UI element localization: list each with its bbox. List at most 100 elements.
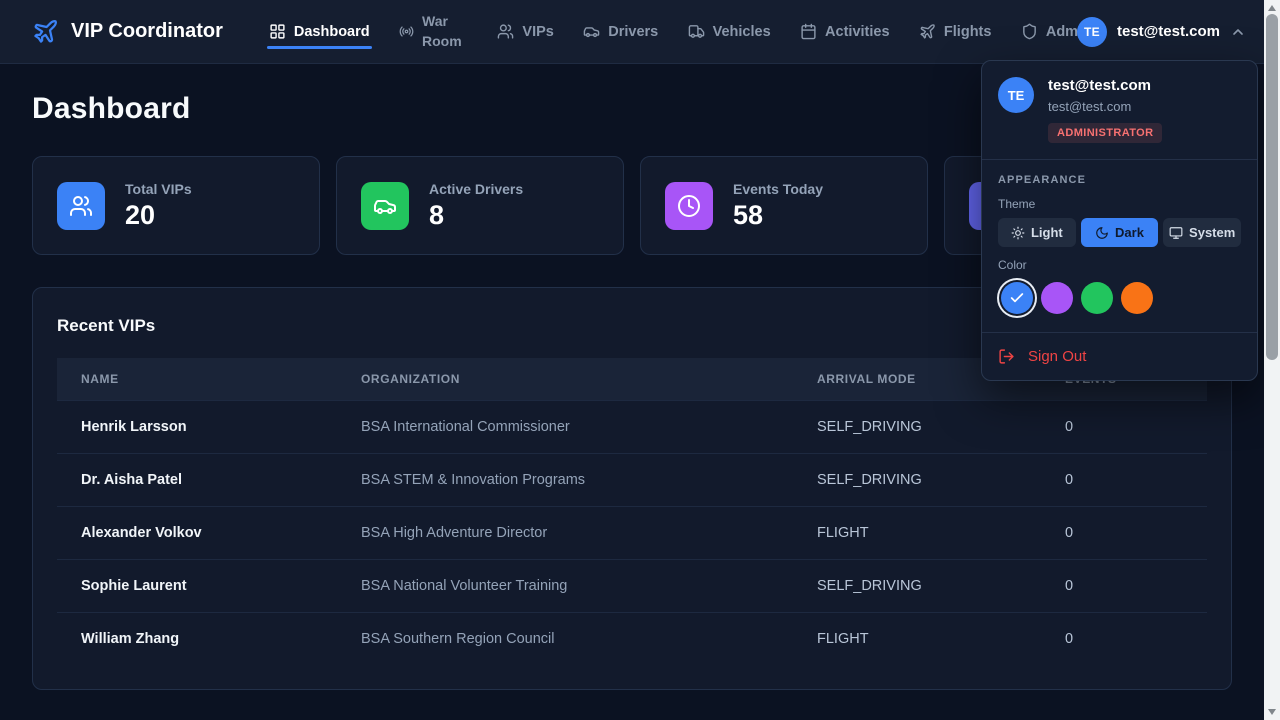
nav-item-dashboard[interactable]: Dashboard: [269, 23, 370, 40]
vip-events: 0: [1041, 560, 1207, 613]
table-row[interactable]: Dr. Aisha Patel BSA STEM & Innovation Pr…: [57, 454, 1207, 507]
color-swatch-orange[interactable]: [1121, 282, 1153, 314]
avatar[interactable]: TE: [1077, 17, 1107, 47]
scrollbar-up-arrow-icon[interactable]: [1268, 5, 1276, 11]
stat-value: 58: [733, 200, 823, 231]
column-header-name: NAME: [57, 358, 337, 401]
stat-label: Total VIPs: [125, 181, 192, 197]
brand-name: VIP Coordinator: [71, 20, 223, 43]
check-icon: [1009, 290, 1025, 306]
vip-arrival-mode: SELF_DRIVING: [793, 454, 1041, 507]
nav-item-drivers[interactable]: Drivers: [583, 23, 658, 40]
vip-organization: BSA International Commissioner: [337, 401, 793, 454]
vip-arrival-mode: SELF_DRIVING: [793, 401, 1041, 454]
user-name: test@test.com: [1048, 77, 1162, 94]
table-row[interactable]: Alexander Volkov BSA High Adventure Dire…: [57, 507, 1207, 560]
users-icon: [497, 23, 514, 40]
theme-button-label: Dark: [1115, 225, 1144, 240]
radio-icon: [399, 24, 414, 39]
nav-item-label: Drivers: [608, 24, 658, 40]
vip-name: Alexander Volkov: [57, 507, 337, 560]
nav-item-label: Flights: [944, 24, 992, 40]
vip-organization: BSA National Volunteer Training: [337, 560, 793, 613]
theme-light-button[interactable]: Light: [998, 218, 1076, 247]
calendar-icon: [800, 23, 817, 40]
vip-events: 0: [1041, 401, 1207, 454]
color-swatch-blue[interactable]: [1001, 282, 1033, 314]
vip-arrival-mode: FLIGHT: [793, 613, 1041, 666]
stat-label: Active Drivers: [429, 181, 523, 197]
vertical-scrollbar[interactable]: [1264, 0, 1280, 720]
user-menu-header: TE test@test.com test@test.com ADMINISTR…: [982, 61, 1257, 159]
sign-out-button[interactable]: Sign Out: [982, 333, 1257, 380]
sign-out-label: Sign Out: [1028, 348, 1086, 365]
vip-name: Dr. Aisha Patel: [57, 454, 337, 507]
user-dropdown-menu: TE test@test.com test@test.com ADMINISTR…: [981, 60, 1258, 381]
stat-card-total-vips: Total VIPs 20: [32, 156, 320, 255]
color-swatch-purple[interactable]: [1041, 282, 1073, 314]
user-email: test@test.com: [1048, 99, 1162, 114]
nav-item-vips[interactable]: VIPs: [497, 23, 553, 40]
clock-icon: [665, 182, 713, 230]
color-swatch-green[interactable]: [1081, 282, 1113, 314]
top-nav: VIP Coordinator Dashboard War Room VIPs: [0, 0, 1264, 64]
vip-organization: BSA High Adventure Director: [337, 507, 793, 560]
nav-item-activities[interactable]: Activities: [800, 23, 889, 40]
chevron-up-icon: [1230, 24, 1246, 40]
vip-name: William Zhang: [57, 613, 337, 666]
app-logo-plane-icon: [32, 18, 59, 45]
nav-item-vehicles[interactable]: Vehicles: [688, 23, 771, 40]
color-label: Color: [998, 258, 1241, 272]
table-row[interactable]: Sophie Laurent BSA National Volunteer Tr…: [57, 560, 1207, 613]
sun-icon: [1011, 226, 1025, 240]
stat-value: 8: [429, 200, 523, 231]
car-icon: [583, 23, 600, 40]
scrollbar-thumb[interactable]: [1266, 14, 1278, 360]
layout-grid-icon: [269, 23, 286, 40]
user-email: test@test.com: [1117, 23, 1220, 40]
role-badge: ADMINISTRATOR: [1048, 123, 1162, 143]
nav-item-label: War Room: [422, 12, 468, 51]
log-out-icon: [998, 348, 1015, 365]
vip-name: Henrik Larsson: [57, 401, 337, 454]
nav-item-label: Vehicles: [713, 24, 771, 40]
theme-button-label: Light: [1031, 225, 1063, 240]
car-icon: [361, 182, 409, 230]
vip-organization: BSA Southern Region Council: [337, 613, 793, 666]
vip-events: 0: [1041, 507, 1207, 560]
users-icon: [57, 182, 105, 230]
moon-icon: [1095, 226, 1109, 240]
nav-item-label: Activities: [825, 24, 889, 40]
table-row[interactable]: Henrik Larsson BSA International Commiss…: [57, 401, 1207, 454]
stat-card-active-drivers: Active Drivers 8: [336, 156, 624, 255]
nav-item-war-room[interactable]: War Room: [399, 12, 468, 51]
stat-card-events-today: Events Today 58: [640, 156, 928, 255]
brand[interactable]: VIP Coordinator: [32, 18, 223, 45]
vip-name: Sophie Laurent: [57, 560, 337, 613]
color-swatch-group: [998, 279, 1241, 316]
vip-organization: BSA STEM & Innovation Programs: [337, 454, 793, 507]
nav-item-flights[interactable]: Flights: [919, 23, 992, 40]
vip-events: 0: [1041, 613, 1207, 666]
monitor-icon: [1169, 226, 1183, 240]
stat-value: 20: [125, 200, 192, 231]
truck-icon: [688, 23, 705, 40]
appearance-heading: APPEARANCE: [998, 174, 1241, 186]
vip-arrival-mode: SELF_DRIVING: [793, 560, 1041, 613]
vip-events: 0: [1041, 454, 1207, 507]
theme-toggle-group: Light Dark System: [998, 218, 1241, 247]
nav-items: Dashboard War Room VIPs Drivers: [269, 12, 1091, 51]
vip-arrival-mode: FLIGHT: [793, 507, 1041, 560]
recent-vips-table: NAME ORGANIZATION ARRIVAL MODE EVENTS He…: [57, 358, 1207, 665]
theme-label: Theme: [998, 197, 1241, 211]
column-header-organization: ORGANIZATION: [337, 358, 793, 401]
nav-item-label: Dashboard: [294, 24, 370, 40]
table-row[interactable]: William Zhang BSA Southern Region Counci…: [57, 613, 1207, 666]
shield-icon: [1021, 23, 1038, 40]
theme-dark-button[interactable]: Dark: [1081, 218, 1159, 247]
scrollbar-down-arrow-icon[interactable]: [1268, 709, 1276, 715]
stat-label: Events Today: [733, 181, 823, 197]
user-menu-trigger[interactable]: TE test@test.com: [1077, 17, 1246, 47]
theme-button-label: System: [1189, 225, 1235, 240]
theme-system-button[interactable]: System: [1163, 218, 1241, 247]
